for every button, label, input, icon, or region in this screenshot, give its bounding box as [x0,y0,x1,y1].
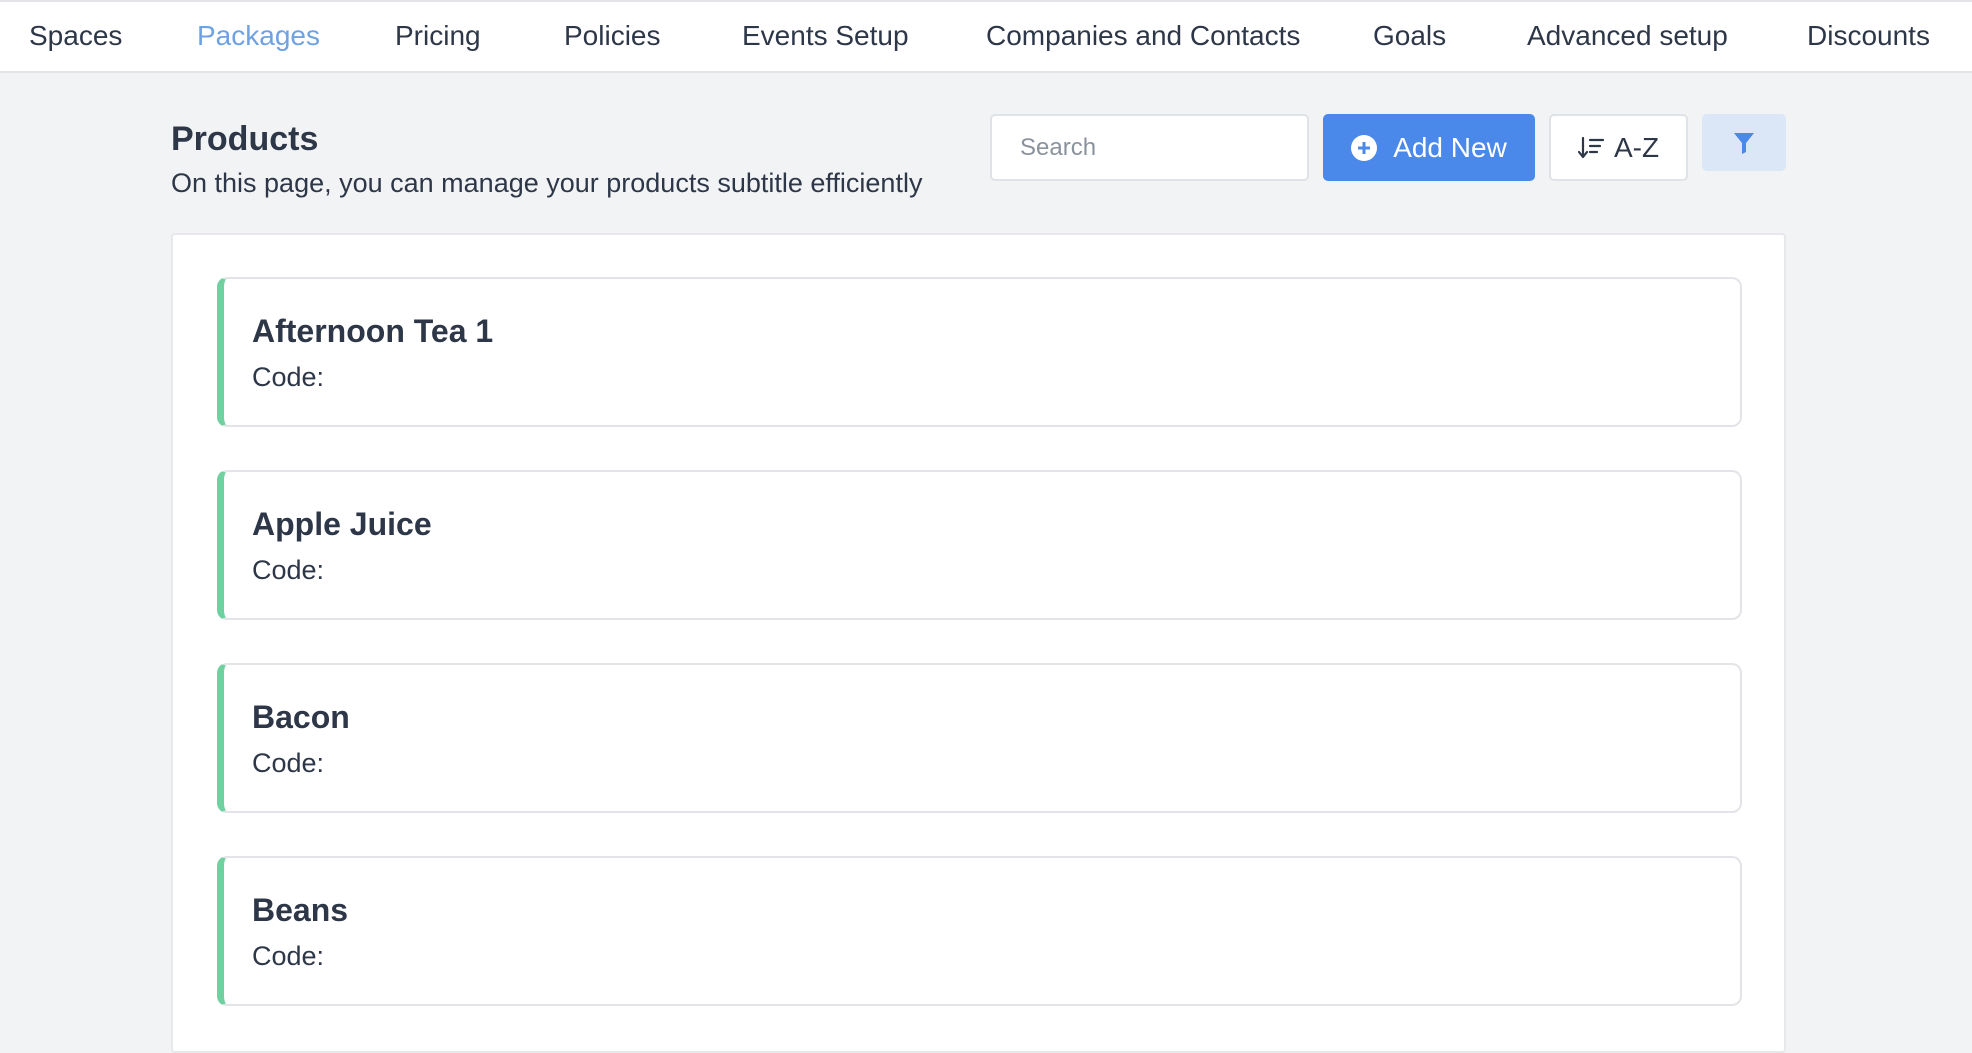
tab-spaces[interactable]: Spaces [29,20,122,52]
sort-ascending-icon [1577,136,1604,158]
tab-discounts[interactable]: Discounts [1807,20,1930,52]
product-code-label: Code: [252,941,325,971]
products-panel: Afternoon Tea 1 Code: Apple Juice Code: … [171,233,1786,1053]
tab-companies-and-contacts[interactable]: Companies and Contacts [986,20,1300,52]
product-code-label: Code: [252,555,325,585]
filter-button[interactable] [1702,114,1786,171]
filter-icon [1734,132,1754,154]
tab-goals[interactable]: Goals [1373,20,1446,52]
plus-circle-icon [1351,134,1378,161]
sort-label: A-Z [1613,131,1660,163]
tab-packages[interactable]: Packages [197,20,320,52]
tab-pricing[interactable]: Pricing [395,20,481,52]
add-new-button[interactable]: Add New [1323,114,1535,181]
product-code-label: Code: [252,748,325,778]
add-new-label: Add New [1393,131,1507,163]
product-name: Beans [252,892,349,928]
tab-policies[interactable]: Policies [564,20,660,52]
product-card[interactable]: Bacon Code: [217,663,1742,813]
product-name: Afternoon Tea 1 [252,313,494,349]
top-navigation: Spaces Packages Pricing Policies Events … [0,0,1972,73]
tab-events-setup[interactable]: Events Setup [742,20,909,52]
search-input[interactable] [990,114,1309,181]
product-card[interactable]: Afternoon Tea 1 Code: [217,277,1742,427]
product-card[interactable]: Apple Juice Code: [217,470,1742,620]
tab-advanced-setup[interactable]: Advanced setup [1527,20,1728,52]
page-subtitle: On this page, you can manage your produc… [171,168,923,198]
page-title: Products [171,120,319,158]
sort-button[interactable]: A-Z [1549,114,1688,181]
product-name: Apple Juice [252,506,432,542]
product-name: Bacon [252,699,350,735]
product-code-label: Code: [252,362,325,392]
product-card[interactable]: Beans Code: [217,856,1742,1006]
